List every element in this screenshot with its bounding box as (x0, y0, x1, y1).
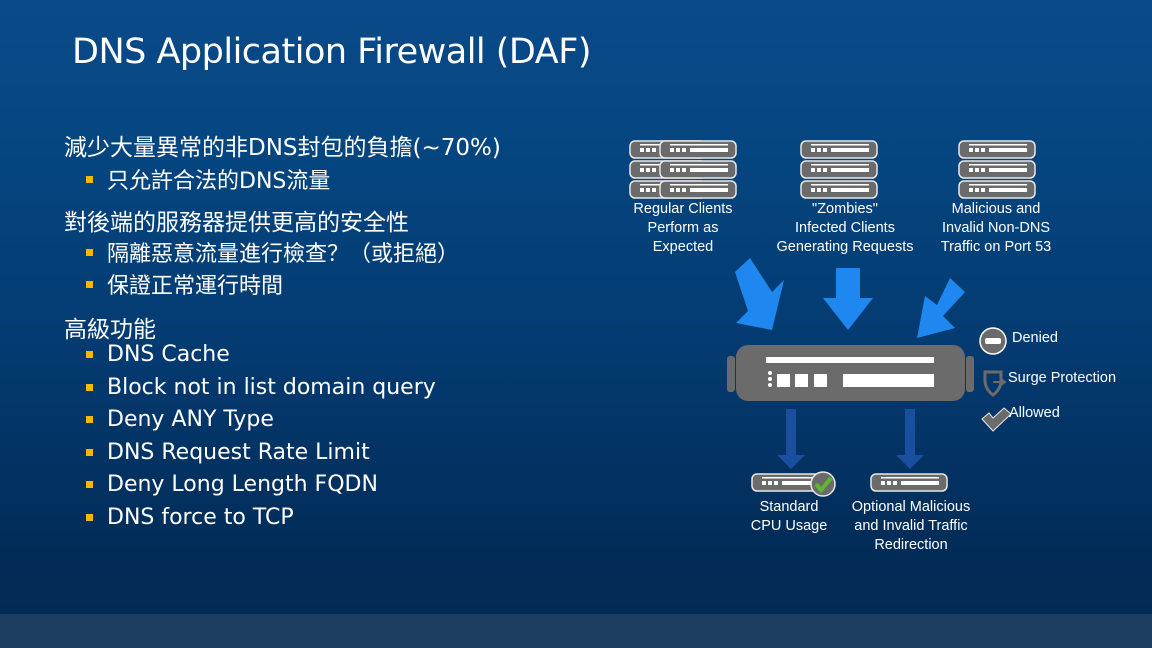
server-redirection (870, 473, 948, 492)
arrow-in-center (823, 268, 873, 330)
allowed-icon (981, 407, 1012, 432)
server-stack-malicious (958, 140, 1036, 199)
arrow-out-left (777, 409, 805, 469)
denied-icon (979, 327, 1007, 355)
legend-surge-protection: Surge Protection (1008, 370, 1117, 386)
server-stack-zombies (800, 140, 878, 199)
firewall-appliance (727, 345, 974, 401)
server-stack-regular-clients (629, 140, 737, 199)
label-standard-cpu: Standard CPU Usage (750, 499, 828, 534)
label-malicious: Malicious and Invalid Non-DNS Traffic on… (940, 201, 1052, 255)
surge-protection-icon (983, 370, 1007, 397)
arrow-in-left (735, 258, 784, 330)
outgoing-arrows (777, 409, 924, 469)
incoming-arrows (735, 258, 965, 338)
arrow-in-right (917, 278, 965, 338)
label-regular-clients: Regular Clients Perform as Expected (633, 201, 733, 255)
label-redirection: Optional Malicious and Invalid Traffic R… (851, 499, 971, 553)
arrow-out-right (896, 409, 924, 469)
check-badge-icon (810, 471, 836, 497)
label-zombies: "Zombies" Infected Clients Generating Re… (776, 201, 914, 255)
legend-allowed: Allowed (1009, 405, 1060, 421)
legend-denied: Denied (1012, 330, 1058, 346)
